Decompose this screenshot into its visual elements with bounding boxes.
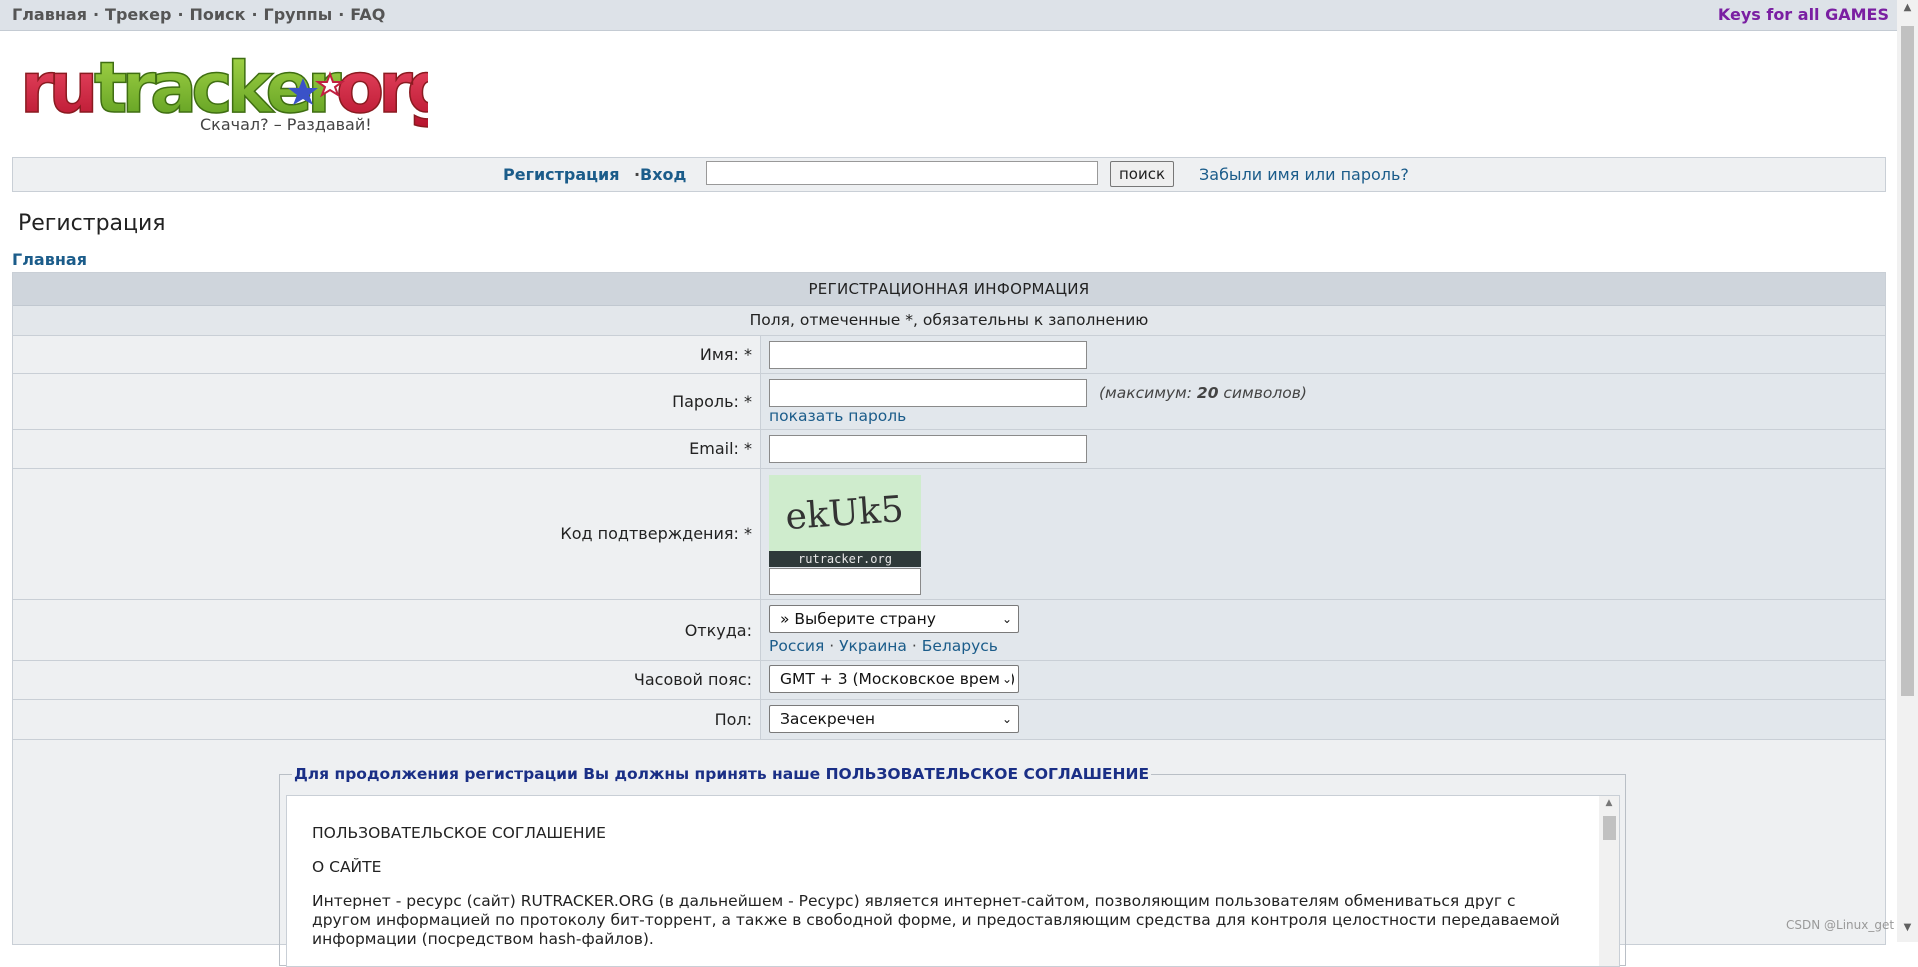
gender-select[interactable]: Засекречен ⌄ [769, 705, 1019, 733]
svg-text:ru: ru [20, 48, 93, 129]
nav-link-tracker[interactable]: Трекер [105, 5, 171, 24]
captcha-site-label: rutracker.org [769, 551, 921, 567]
logo-slogan: Скачал? – Раздавай! [200, 115, 372, 134]
show-password-link[interactable]: показать пароль [769, 407, 906, 425]
captcha-image: ekUk5 rutracker.org [769, 475, 921, 567]
timezone-row: Часовой пояс: GMT + 3 (Московское время)… [13, 661, 1885, 700]
agreement-section: Для продолжения регистрации Вы должны пр… [13, 740, 1885, 967]
chevron-down-icon: ⌄ [998, 666, 1012, 692]
scroll-up-icon[interactable]: ▲ [1897, 2, 1918, 20]
agreement-scrollbar-thumb[interactable] [1603, 816, 1616, 840]
nav-link-faq[interactable]: FAQ [350, 5, 385, 24]
country-row: Откуда: » Выберите страну ⌄ Россия · Укра… [13, 600, 1885, 661]
login-link[interactable]: Вход [640, 165, 686, 184]
password-label: Пароль: * [672, 392, 752, 411]
timezone-label: Часовой пояс: [633, 670, 752, 689]
chevron-down-icon: ⌄ [1001, 612, 1012, 626]
captcha-code: ekUk5 [784, 489, 905, 538]
page-scrollbar[interactable]: ▲ ▼ [1897, 0, 1918, 942]
form-header: РЕГИСТРАЦИОННАЯ ИНФОРМАЦИЯ [13, 273, 1885, 306]
registration-form: РЕГИСТРАЦИОННАЯ ИНФОРМАЦИЯ Поля, отмечен… [12, 272, 1886, 967]
email-row: Email: * [13, 430, 1885, 469]
name-label: Имя: * [699, 345, 752, 364]
gender-row: Пол: Засекречен ⌄ [13, 700, 1885, 740]
page-title: Регистрация [18, 211, 166, 236]
forgot-password-link[interactable]: Забыли имя или пароль? [1199, 165, 1409, 184]
agreement-fieldset: Для продолжения регистрации Вы должны пр… [279, 765, 1626, 967]
timezone-select[interactable]: GMT + 3 (Московское время) ⌄ [769, 665, 1019, 693]
agreement-heading: ПОЛЬЗОВАТЕЛЬСКОЕ СОГЛАШЕНИЕ [312, 824, 606, 842]
login-bar: Регистрация · Вход поиск Забыли имя или … [12, 157, 1886, 192]
form-required-note: Поля, отмеченные *, обязательны к заполн… [13, 306, 1885, 336]
scrollbar-thumb[interactable] [1901, 26, 1914, 696]
name-input[interactable] [769, 341, 1087, 369]
password-hint: (максимум: 20 символов) [1099, 384, 1307, 402]
nav-link-groups[interactable]: Группы [264, 5, 333, 24]
breadcrumb-home[interactable]: Главная [12, 250, 87, 269]
top-navigation: Главная · Трекер · Поиск · Группы · FAQ Keys for… [0, 0, 1897, 31]
country-select[interactable]: » Выберите страну ⌄ [769, 605, 1019, 633]
site-logo[interactable]: ru tracker org Скачал? – Раздавай! [18, 46, 458, 138]
country-link-russia[interactable]: Россия [769, 637, 824, 655]
nav-link-search[interactable]: Поиск [190, 5, 246, 24]
from-label: Откуда: [684, 621, 752, 640]
name-row: Имя: * [13, 336, 1885, 374]
search-button[interactable]: поиск [1110, 161, 1174, 187]
scroll-down-icon[interactable]: ▼ [1897, 922, 1918, 940]
email-input[interactable] [769, 435, 1087, 463]
country-link-ukraine[interactable]: Украина [839, 637, 907, 655]
captcha-input[interactable] [769, 568, 921, 595]
country-link-belarus[interactable]: Беларусь [922, 637, 998, 655]
search-input[interactable] [706, 161, 1098, 185]
top-links: Главная · Трекер · Поиск · Группы · FAQ [12, 5, 386, 24]
agreement-paragraph: Интернет - ресурс (сайт) RUTRACKER.ORG (… [312, 892, 1560, 948]
country-quick-links: Россия · Украина · Беларусь [769, 637, 998, 655]
keys-for-games-link[interactable]: Keys for all GAMES [1718, 5, 1889, 24]
agreement-textbox[interactable]: ПОЛЬЗОВАТЕЛЬСКОЕ СОГЛАШЕНИЕ О САЙТЕ Инте… [286, 795, 1620, 967]
agreement-section-title: О САЙТЕ [312, 858, 382, 876]
password-input[interactable] [769, 379, 1087, 407]
captcha-label: Код подтверждения: * [560, 524, 752, 543]
scroll-up-icon[interactable]: ▲ [1599, 798, 1619, 808]
gender-label: Пол: [714, 710, 752, 729]
nav-link-home[interactable]: Главная [12, 5, 87, 24]
chevron-down-icon: ⌄ [1001, 712, 1012, 726]
password-row: Пароль: * (максимум: 20 символов) показа… [13, 374, 1885, 430]
watermark: CSDN @Linux_get [1786, 918, 1895, 932]
email-label: Email: * [689, 439, 752, 458]
register-link[interactable]: Регистрация [503, 165, 620, 184]
agreement-scrollbar[interactable]: ▲ [1599, 796, 1619, 966]
captcha-row: Код подтверждения: * ekUk5 rutracker.org [13, 469, 1885, 600]
agreement-legend: Для продолжения регистрации Вы должны пр… [292, 765, 1152, 783]
